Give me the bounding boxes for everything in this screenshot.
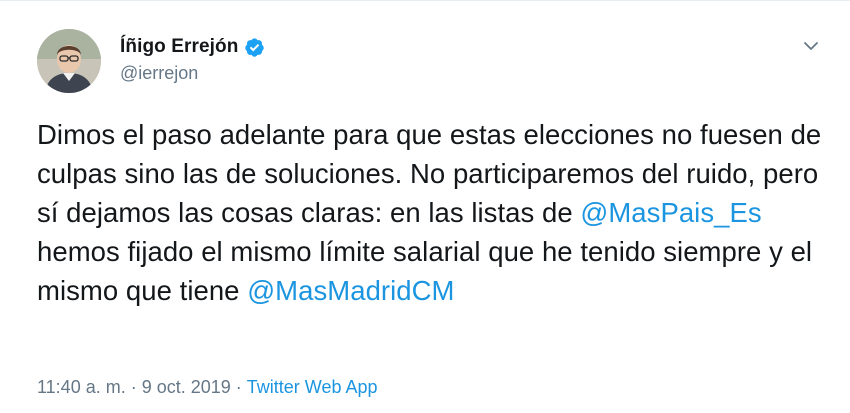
tweet-time[interactable]: 11:40 a. m.	[37, 377, 126, 397]
mention-link[interactable]: @MasPais_Es	[580, 197, 761, 228]
tweet-text: Dimos el paso adelante para que estas el…	[37, 115, 827, 310]
author-name-row[interactable]: Íñigo Errejón	[120, 35, 265, 59]
meta-separator: ·	[130, 377, 137, 397]
tweet-date[interactable]: 9 oct. 2019	[142, 377, 231, 397]
author-handle[interactable]: @ierrejon	[120, 63, 198, 84]
chevron-down-icon[interactable]	[802, 37, 820, 55]
verified-badge-icon	[245, 37, 265, 57]
tweet-meta: 11:40 a. m. · 9 oct. 2019 · Twitter Web App	[37, 377, 378, 398]
mention-link[interactable]: @MasMadridCM	[247, 275, 454, 306]
meta-separator: ·	[235, 377, 242, 397]
author-display-name[interactable]: Íñigo Errejón	[120, 36, 238, 58]
profile-photo	[37, 29, 101, 93]
tweet-card: Íñigo Errejón @ierrejon Dimos el paso ad…	[0, 0, 850, 413]
author-avatar[interactable]	[37, 29, 101, 93]
tweet-source-link[interactable]: Twitter Web App	[247, 377, 378, 397]
